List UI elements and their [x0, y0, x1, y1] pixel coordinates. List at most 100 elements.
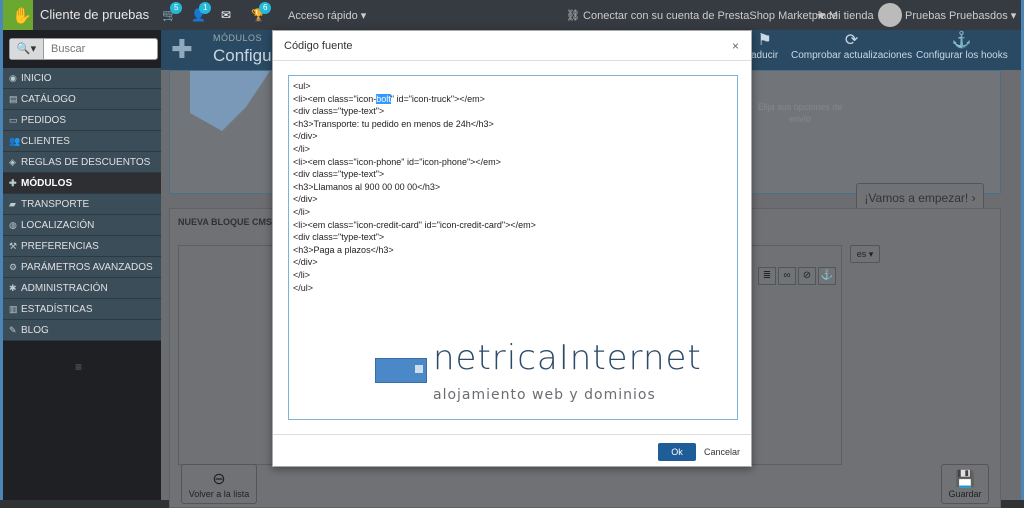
breadcrumb[interactable]: MÓDULOS: [213, 33, 262, 43]
marketplace-connect-link[interactable]: ⛓ Conectar con su cuenta de PrestaShop M…: [566, 9, 838, 22]
top-bar: ✋ Cliente de pruebas 🛒 5 👤 1 ✉ 🏆 6 Acceso r…: [3, 0, 1021, 30]
ok-button[interactable]: Ok: [658, 443, 696, 461]
wrench-icon: ⚒: [9, 241, 18, 251]
sidebar-item-label: REGLAS DE DESCUENTOS: [21, 157, 151, 168]
code-line: <div class="type-text">: [293, 169, 385, 180]
dialog-header: Código fuente ×: [273, 31, 751, 61]
sidebar-item-catalogo[interactable]: ▤ CATÁLOGO: [3, 89, 161, 110]
sidebar-item-label: ADMINISTRACIÓN: [21, 283, 108, 294]
code-line: <div class="type-text">: [293, 106, 385, 117]
watermark-logo: netricaInternet alojamiento web y domini…: [359, 338, 702, 408]
align-justify-icon[interactable]: ≣: [758, 267, 776, 285]
sidebar-item-pedidos[interactable]: ▭ PEDIDOS: [3, 110, 161, 131]
messages-envelope-icon[interactable]: ✉: [221, 8, 231, 22]
sidebar-item-transporte[interactable]: ▰ TRANSPORTE: [3, 194, 161, 215]
translate-label: aducir: [751, 50, 779, 61]
language-select[interactable]: es ▾: [850, 245, 880, 263]
anchor-icon[interactable]: ⚓: [818, 267, 836, 285]
selected-text: bolt: [376, 93, 391, 104]
code-line: </li>: [293, 269, 311, 280]
sidebar-item-label: BLOG: [21, 325, 49, 336]
sidebar-item-clientes[interactable]: 👥CLIENTES: [3, 131, 161, 152]
prestashop-logo[interactable]: ✋: [3, 0, 33, 30]
tags-icon: ◈: [9, 157, 16, 167]
code-fragment: <li><em class="icon-: [293, 93, 377, 104]
sidebar-item-label: PREFERENCIAS: [21, 241, 99, 252]
flag-icon: ⚑: [757, 32, 772, 49]
sidebar-item-label: PEDIDOS: [21, 115, 67, 126]
star-icon: ★: [816, 10, 829, 22]
avatar[interactable]: [878, 3, 902, 27]
panel-title: NUEVA BLOQUE CMS PE: [178, 217, 287, 227]
book-icon: ▤: [9, 94, 18, 104]
marketplace-connect-label: Conectar con su cuenta de PrestaShop Mar…: [583, 10, 839, 22]
puzzle-icon: ✚: [171, 34, 193, 64]
save-label: Guardar: [948, 489, 982, 499]
watermark-tagline: alojamiento web y dominios: [433, 387, 656, 403]
check-updates-button[interactable]: ⟳ Comprobar actualizaciones: [791, 32, 912, 61]
quick-access-menu[interactable]: Acceso rápido ▾: [288, 9, 366, 22]
sidebar-item-inicio[interactable]: ◉ INICIO: [3, 68, 161, 89]
search-box: 🔍▾: [9, 38, 158, 60]
save-button[interactable]: 💾 Guardar: [941, 464, 989, 504]
link-icon[interactable]: ∞: [778, 267, 796, 285]
sidebar-item-reglas-descuentos[interactable]: ◈ REGLAS DE DESCUENTOS: [3, 152, 161, 173]
watermark-name: netricaInternet: [433, 338, 702, 378]
shipping-options-text: Elija sus opciones de envío: [757, 102, 843, 124]
source-code-textarea[interactable]: <ul> <li><em class="icon-bolt" id="icon-…: [288, 75, 738, 420]
sidebar-item-blog[interactable]: ✎ BLOG: [3, 320, 161, 341]
sidebar-item-label: PARÁMETROS AVANZADOS: [21, 262, 153, 273]
sidebar-item-label: TRANSPORTE: [21, 199, 90, 210]
dialog-title: Código fuente: [284, 40, 353, 52]
back-to-list-button[interactable]: ⊖ Volver a la lista: [181, 464, 257, 504]
cog-icon: ✱: [9, 283, 17, 293]
my-store-link[interactable]: ★ Mi tienda: [816, 9, 874, 22]
cogs-icon: ⚙: [9, 262, 18, 272]
code-line: </li>: [293, 143, 311, 154]
search-type-button[interactable]: 🔍▾: [10, 39, 44, 59]
sidebar-item-label: CLIENTES: [21, 136, 70, 147]
translate-button[interactable]: ⚑ aducir: [751, 32, 778, 61]
sidebar-item-modulos[interactable]: ✚ MÓDULOS: [3, 173, 161, 194]
check-updates-label: Comprobar actualizaciones: [791, 50, 913, 61]
configure-hooks-button[interactable]: ⚓ Configurar los hooks: [916, 32, 1008, 61]
code-line: <li><em class="icon-bolt" id="icon-truck…: [293, 93, 733, 106]
trophy-badge: 6: [259, 2, 272, 14]
puzzle-icon: ✚: [9, 178, 17, 188]
close-icon[interactable]: ×: [732, 39, 739, 53]
credit-card-icon: ▭: [9, 115, 18, 125]
customers-icon[interactable]: 👤 1: [191, 2, 212, 22]
code-fragment: " id="icon-truck"></em>: [390, 93, 485, 104]
sidebar-item-label: INICIO: [21, 73, 52, 84]
sidebar-item-parametros-avanzados[interactable]: ⚙ PARÁMETROS AVANZADOS: [3, 257, 161, 278]
bar-chart-icon: ▥: [9, 304, 18, 314]
edit-icon: ✎: [9, 325, 17, 335]
dashboard-icon: ◉: [9, 73, 17, 83]
code-line: </div>: [293, 131, 318, 142]
shop-name[interactable]: Cliente de pruebas: [40, 7, 149, 22]
configure-hooks-label: Configurar los hooks: [916, 50, 1008, 61]
customers-badge: 1: [199, 2, 212, 14]
cancel-button[interactable]: Cancelar: [704, 447, 740, 457]
search-input[interactable]: [45, 39, 155, 59]
sidebar-item-administracion[interactable]: ✱ ADMINISTRACIÓN: [3, 278, 161, 299]
back-label: Volver a la lista: [188, 489, 250, 499]
arrow-left-circle-icon: ⊖: [212, 471, 226, 488]
sidebar: 🔍▾ ◉ INICIO ▤CATÁLOGO ▭PEDIDOS 👥CLIENTES …: [3, 30, 161, 500]
orders-badge: 5: [170, 2, 183, 14]
sidebar-item-preferencias[interactable]: ⚒ PREFERENCIAS: [3, 236, 161, 257]
source-code-dialog: Código fuente × <ul> <li><em class="icon…: [272, 30, 752, 467]
sidebar-item-label: ESTADÍSTICAS: [21, 304, 93, 315]
collapse-menu-icon[interactable]: ≡: [75, 360, 82, 374]
search-icon: 🔍: [16, 43, 31, 55]
unlink-icon[interactable]: ⊘: [798, 267, 816, 285]
orders-cart-icon[interactable]: 🛒 5: [162, 2, 183, 22]
my-store-label: Mi tienda: [828, 10, 874, 22]
sidebar-item-estadisticas[interactable]: ▥ ESTADÍSTICAS: [3, 299, 161, 320]
sidebar-item-label: CATÁLOGO: [21, 94, 76, 105]
logo-icon: ✋: [12, 8, 32, 25]
globe-icon: ◍: [9, 220, 17, 230]
sidebar-item-localizacion[interactable]: ◍ LOCALIZACIÓN: [3, 215, 161, 236]
user-menu[interactable]: Pruebas Pruebasdos ▾: [905, 9, 1016, 22]
trophy-icon[interactable]: 🏆 6: [251, 2, 272, 22]
